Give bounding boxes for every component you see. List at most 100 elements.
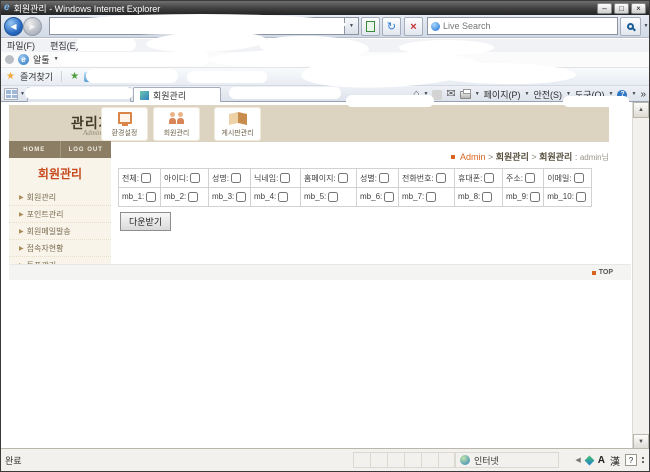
- ie-logo-icon: e: [4, 3, 10, 13]
- redaction-scribble: [346, 95, 434, 107]
- tab-active[interactable]: 회원관리: [133, 87, 221, 102]
- redaction-scribble: [76, 38, 136, 51]
- table-cell: mb_9:: [503, 188, 544, 207]
- home-link[interactable]: HOME: [9, 141, 61, 158]
- ime-options-icon[interactable]: [642, 457, 644, 459]
- field-checkbox[interactable]: [574, 173, 584, 183]
- ime-hanja-toggle[interactable]: 漢: [610, 453, 620, 468]
- window-title: 회원관리 - Windows Internet Explorer: [14, 2, 161, 15]
- sidebar-item-members[interactable]: ▶ 회원관리: [9, 189, 111, 206]
- ime-language-icon[interactable]: [584, 455, 594, 465]
- breadcrumb-crumb[interactable]: 회원관리: [539, 152, 572, 162]
- add-favorite-icon[interactable]: ★: [70, 71, 79, 82]
- safety-menu[interactable]: 안전(S): [533, 88, 562, 101]
- table-cell: mb_8:: [455, 188, 503, 207]
- vertical-scrollbar[interactable]: ▲ ▼: [632, 102, 649, 450]
- table-cell: 전화번호:: [399, 169, 455, 188]
- table-cell: mb_3:: [209, 188, 251, 207]
- page-menu[interactable]: 페이지(P): [484, 88, 521, 101]
- menu-file[interactable]: 파일(F): [7, 39, 35, 52]
- chevron-down-icon[interactable]: ▼: [631, 92, 636, 97]
- refresh-button[interactable]: ↻: [382, 17, 401, 36]
- field-label: 닉네임:: [254, 174, 278, 183]
- breadcrumb-crumb[interactable]: 회원관리: [496, 152, 529, 162]
- breadcrumb-bullet-icon: [451, 155, 455, 159]
- field-label: mb_2:: [164, 192, 186, 201]
- address-dropdown-button[interactable]: ▼: [345, 17, 359, 35]
- field-label: 아이디:: [164, 174, 188, 183]
- field-checkbox[interactable]: [576, 192, 586, 202]
- favorites-label[interactable]: 즐겨찾기: [20, 70, 53, 83]
- nav-button-members[interactable]: 회원관리: [153, 107, 200, 141]
- ime-help-button[interactable]: ?: [625, 454, 637, 466]
- top-link[interactable]: TOP: [599, 269, 613, 276]
- logout-link[interactable]: LOG OUT: [61, 141, 112, 158]
- field-checkbox[interactable]: [436, 173, 446, 183]
- field-checkbox[interactable]: [484, 173, 494, 183]
- field-checkbox[interactable]: [525, 173, 535, 183]
- nav-button-settings[interactable]: 환경설정: [101, 107, 148, 141]
- search-button[interactable]: [620, 17, 641, 36]
- print-icon[interactable]: [460, 91, 471, 99]
- field-checkbox[interactable]: [231, 173, 241, 183]
- menu-edit[interactable]: 편집(E): [50, 39, 79, 52]
- search-input[interactable]: [443, 21, 614, 31]
- field-checkbox[interactable]: [384, 192, 394, 202]
- field-label: mb_10:: [547, 192, 574, 201]
- altools-label[interactable]: 알툴: [33, 53, 50, 66]
- minimize-button[interactable]: –: [597, 3, 612, 14]
- go-button[interactable]: [361, 17, 380, 36]
- table-cell: mb_4:: [251, 188, 301, 207]
- field-label: mb_4:: [254, 192, 276, 201]
- bullet-icon: ▶: [19, 245, 24, 252]
- field-checkbox[interactable]: [426, 192, 436, 202]
- chevron-down-icon[interactable]: ▼: [475, 92, 480, 97]
- breadcrumb-site[interactable]: Admin: [460, 152, 486, 162]
- quick-tabs-icon[interactable]: [4, 88, 18, 100]
- field-checkbox[interactable]: [141, 173, 151, 183]
- table-cell: 홈페이지:: [301, 169, 357, 188]
- field-checkbox[interactable]: [379, 173, 389, 183]
- close-button[interactable]: ×: [631, 3, 646, 14]
- field-checkbox[interactable]: [280, 173, 290, 183]
- ime-restore-icon[interactable]: ◀: [575, 456, 580, 464]
- nav-button-boards[interactable]: 게시판관리: [214, 107, 261, 141]
- restore-button[interactable]: □: [614, 3, 629, 14]
- chevron-down-icon[interactable]: ▼: [525, 92, 530, 97]
- chevron-down-icon[interactable]: ▼: [54, 57, 59, 62]
- mail-icon[interactable]: ✉: [446, 89, 455, 100]
- field-label: mb_8:: [458, 192, 480, 201]
- rss-feed-icon[interactable]: [432, 90, 442, 100]
- field-checkbox[interactable]: [188, 192, 198, 202]
- sidebar-item-points[interactable]: ▶ 포인트관리: [9, 206, 111, 223]
- download-button[interactable]: 다운받기: [120, 212, 171, 231]
- field-checkbox[interactable]: [328, 192, 338, 202]
- field-checkbox[interactable]: [530, 192, 540, 202]
- zone-label: 인터넷: [474, 454, 499, 467]
- sidebar-item-mail[interactable]: ▶ 회원메일발송: [9, 223, 111, 240]
- field-checkbox[interactable]: [236, 192, 246, 202]
- back-button[interactable]: ◀: [4, 17, 23, 36]
- toolbar-separator: [61, 71, 62, 82]
- table-cell: mb_6:: [357, 188, 399, 207]
- field-checkbox[interactable]: [278, 192, 288, 202]
- field-label: 성별:: [360, 174, 377, 183]
- nav-button-label: 환경설정: [112, 128, 138, 138]
- ime-english-toggle[interactable]: A: [598, 455, 605, 466]
- field-checkbox[interactable]: [146, 192, 156, 202]
- field-checkbox[interactable]: [482, 192, 492, 202]
- field-label: mb_9:: [506, 192, 528, 201]
- gear-icon[interactable]: [5, 55, 14, 64]
- stop-button[interactable]: ×: [404, 17, 423, 36]
- forward-button[interactable]: ▶: [23, 17, 42, 36]
- field-checkbox[interactable]: [338, 173, 348, 183]
- admin-header: 관리자화면 Administrator 환경설정 회원관리 게시판관리: [9, 105, 609, 142]
- redaction-scribble: [229, 87, 341, 99]
- field-checkbox[interactable]: [190, 173, 200, 183]
- overflow-chevron-icon[interactable]: »: [640, 89, 646, 100]
- table-cell: mb_2:: [161, 188, 209, 207]
- scroll-up-button[interactable]: ▲: [633, 102, 649, 118]
- search-options-dropdown[interactable]: ▼: [642, 17, 650, 36]
- sidebar-item-visitors[interactable]: ▶ 접속자현황: [9, 240, 111, 257]
- nav-button-label: 회원관리: [164, 128, 190, 138]
